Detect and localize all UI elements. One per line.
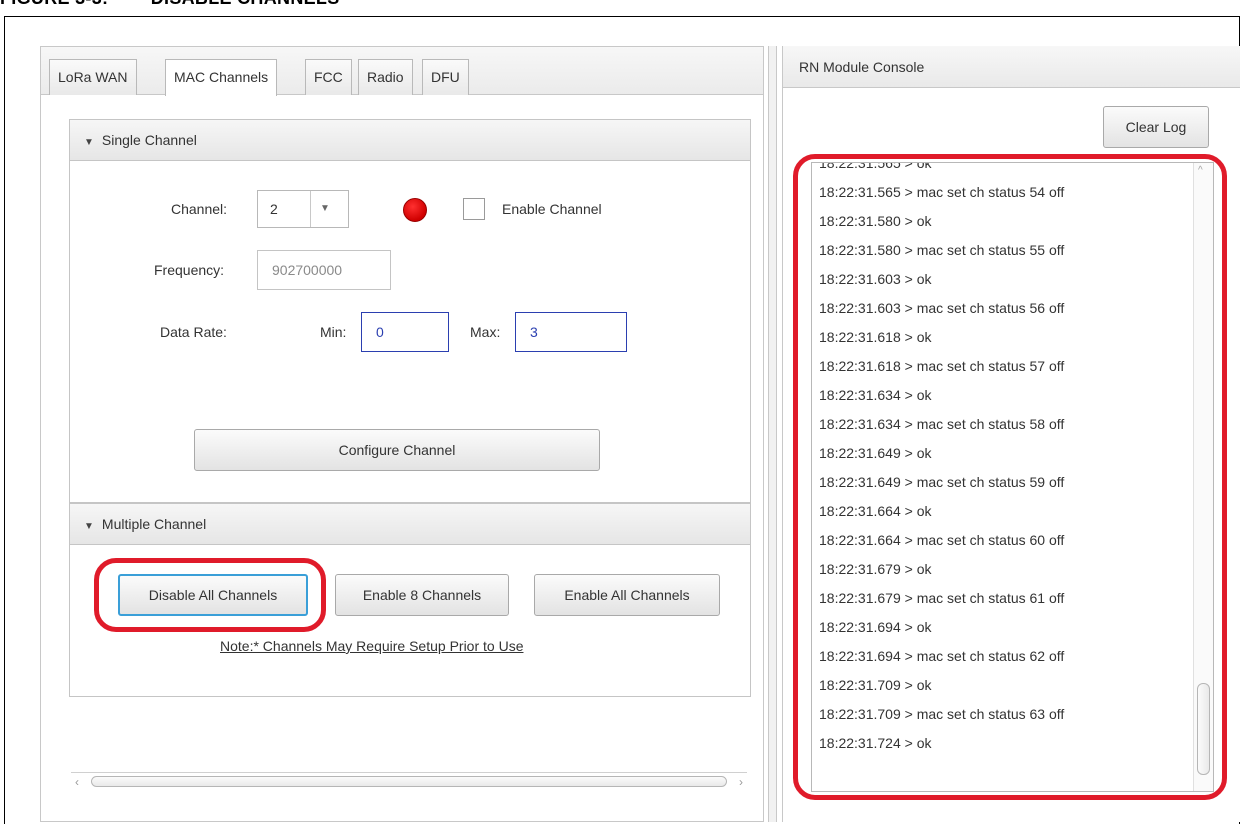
scroll-right-icon[interactable]: › [739,773,743,791]
log-line: 18:22:31.649 > ok [819,445,932,461]
log-line: 18:22:31.694 > mac set ch status 62 off [819,648,1065,664]
log-line: 18:22:31.565 > mac set ch status 54 off [819,184,1065,200]
log-line: 18:22:31.603 > mac set ch status 56 off [819,300,1065,316]
configure-channel-button[interactable]: Configure Channel [194,429,600,471]
collapse-triangle-icon: ▼ [84,137,94,148]
tab-dfu[interactable]: DFU [422,59,469,95]
max-data-rate-input[interactable]: 3 [515,312,627,352]
vertical-scrollbar[interactable]: ^ [1193,163,1213,791]
collapse-triangle-icon: ▼ [84,521,94,532]
log-line: 18:22:31.724 > ok [819,735,932,751]
tab-fcc[interactable]: FCC [305,59,352,95]
log-line: 18:22:31.664 > mac set ch status 60 off [819,532,1065,548]
min-data-rate-input[interactable]: 0 [361,312,449,352]
log-line: 18:22:31.679 > mac set ch status 61 off [819,590,1065,606]
scroll-left-icon[interactable]: ‹ [75,773,79,791]
console-log[interactable]: 18:22:31.565 > ok 18:22:31.565 > mac set … [811,162,1214,792]
vertical-scroll-thumb[interactable] [1197,683,1210,775]
log-line: 18:22:31.618 > ok [819,329,932,345]
tab-lora-wan[interactable]: LoRa WAN [49,59,137,95]
multiple-channel-title: Multiple Channel [101,516,207,532]
tab-bar: LoRa WAN MAC Channels FCC Radio DFU [41,47,763,96]
log-line: 18:22:31.603 > ok [819,271,932,287]
enable-channel-label: Enable Channel [502,201,602,217]
log-line: 18:22:31.709 > mac set ch status 63 off [819,706,1065,722]
scroll-up-icon[interactable]: ^ [1198,165,1203,176]
max-label: Max: [470,324,501,340]
enable-8-channels-button[interactable]: Enable 8 Channels [335,574,509,616]
chevron-down-icon: ▼ [320,203,330,214]
panel-splitter[interactable] [768,46,777,822]
channel-label: Channel: [171,201,228,217]
clear-log-button[interactable]: Clear Log [1103,106,1209,148]
enable-all-channels-button[interactable]: Enable All Channels [534,574,720,616]
log-line: 18:22:31.649 > mac set ch status 59 off [819,474,1065,490]
channel-status-indicator [403,198,427,222]
console-title: RN Module Console [783,46,1240,88]
single-channel-header[interactable]: ▼ Single Channel [69,119,751,161]
log-line: 18:22:31.664 > ok [819,503,932,519]
log-line: 18:22:31.679 > ok [819,561,932,577]
console-panel: RN Module Console Clear Log 18:22:31.565… [782,46,1240,822]
log-line: 18:22:31.634 > mac set ch status 58 off [819,416,1065,432]
channel-dropdown[interactable]: 2 ▼ [257,190,349,228]
log-line: 18:22:31.634 > ok [819,387,932,403]
data-rate-label: Data Rate: [160,324,227,340]
channel-value: 2 [270,201,278,217]
enable-channel-checkbox[interactable] [463,198,485,220]
multiple-channel-body: Disable All Channels Enable 8 Channels E… [69,545,751,697]
log-line: 18:22:31.580 > mac set ch status 55 off [819,242,1065,258]
disable-all-channels-button[interactable]: Disable All Channels [118,574,308,616]
tab-radio[interactable]: Radio [358,59,413,95]
frequency-label: Frequency: [154,262,225,278]
tab-mac-channels[interactable]: MAC Channels [165,59,278,96]
single-channel-title: Single Channel [101,132,197,148]
log-line: 18:22:31.618 > mac set ch status 57 off [819,358,1065,374]
single-channel-body: Channel: 2 ▼ Enable Channel Frequency: 9… [69,161,751,503]
log-line: 18:22:31.694 > ok [819,619,932,635]
setup-note: Note:* Channels May Require Setup Prior … [220,638,524,654]
min-label: Min: [320,324,347,340]
left-panel: LoRa WAN MAC Channels FCC Radio DFU ▼ Sin… [40,46,764,822]
log-line: 18:22:31.709 > ok [819,677,932,693]
horizontal-scroll-thumb[interactable] [91,776,727,787]
dropdown-separator [310,191,311,227]
multiple-channel-header[interactable]: ▼ Multiple Channel [69,503,751,545]
log-lines: 18:22:31.565 > ok 18:22:31.565 > mac set … [819,162,1189,758]
frequency-field[interactable]: 902700000 [257,250,391,290]
log-line: 18:22:31.580 > ok [819,213,932,229]
horizontal-scrollbar[interactable]: ‹ › [71,772,747,790]
log-line: 18:22:31.565 > ok [819,162,932,171]
figure-title: FIGURE 3-3: DISABLE CHANNELS [0,0,340,12]
